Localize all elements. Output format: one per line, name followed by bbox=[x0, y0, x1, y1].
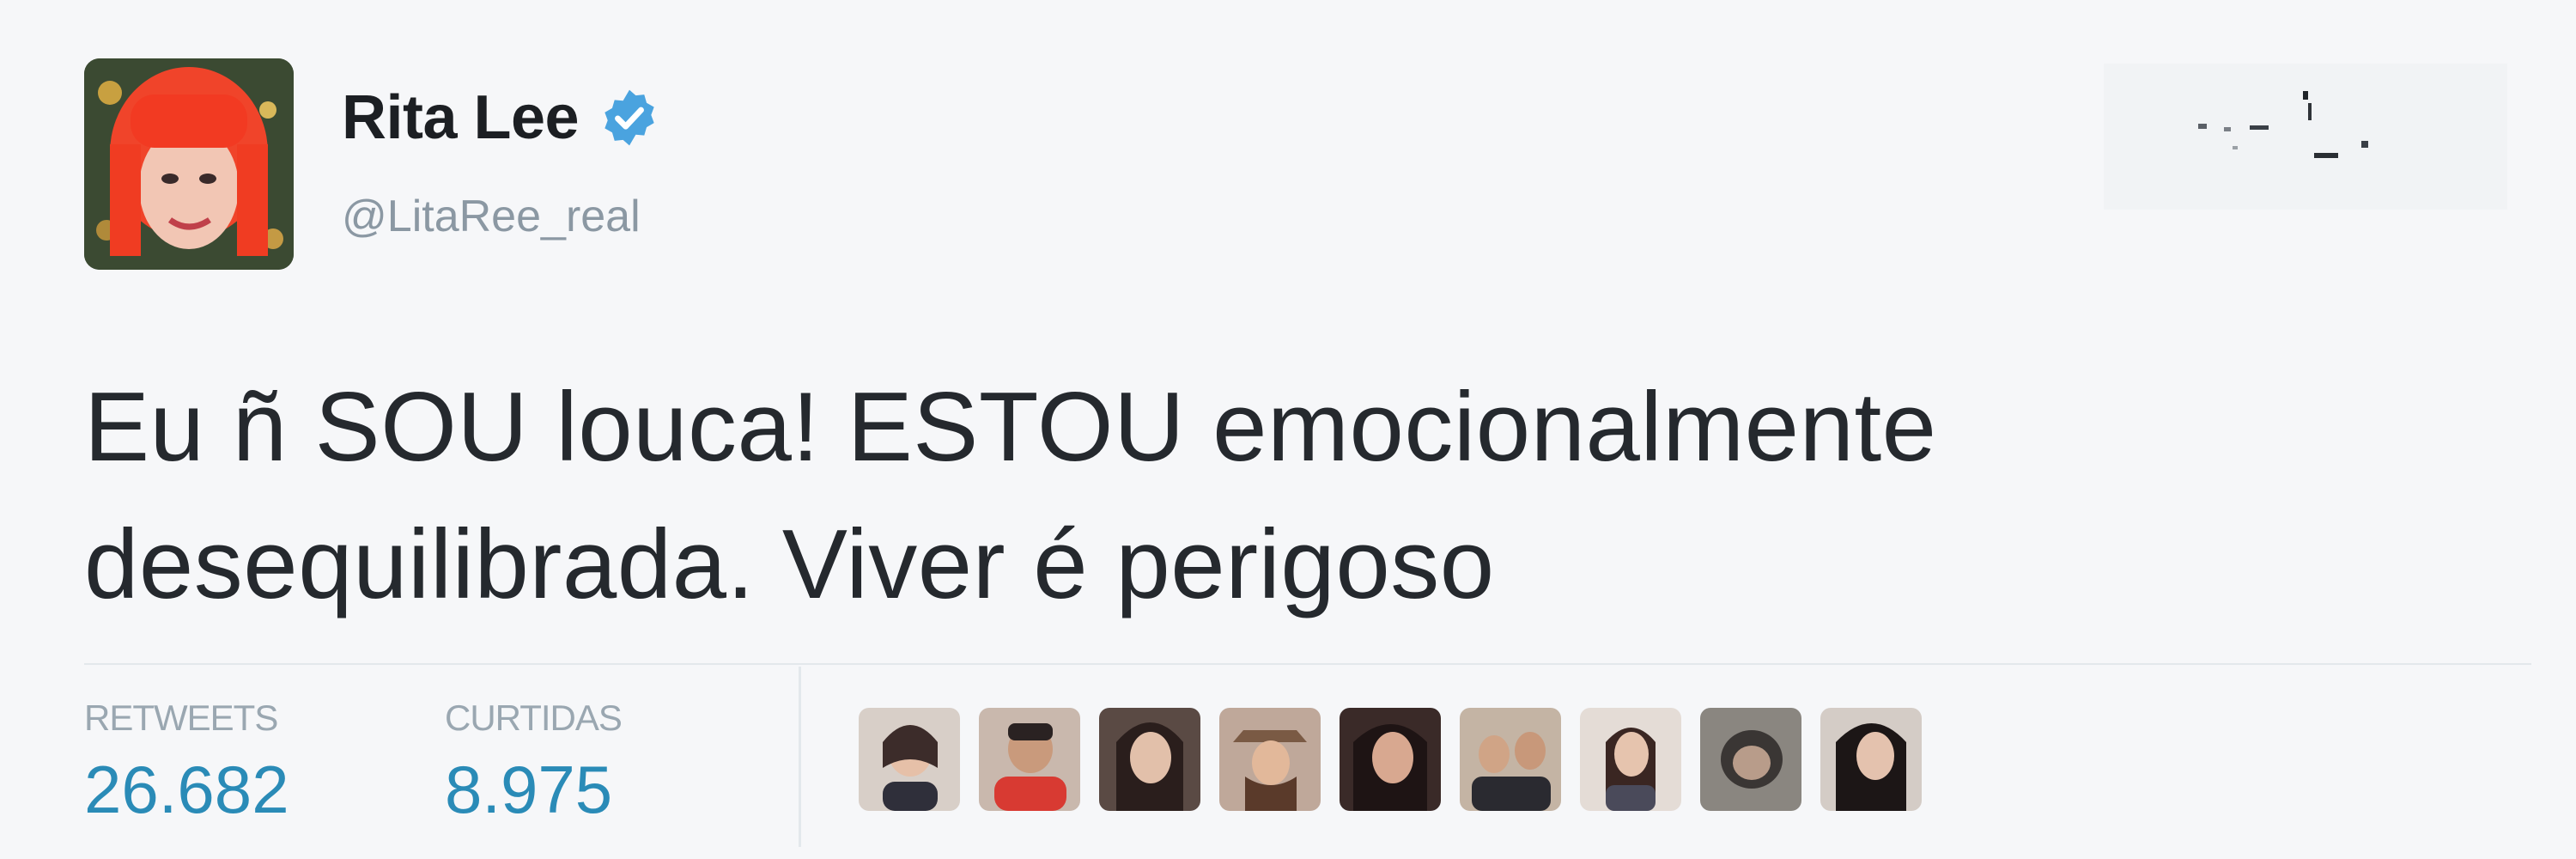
name-row: Rita Lee bbox=[342, 82, 661, 153]
liker-avatar[interactable] bbox=[1820, 708, 1922, 811]
retweets-label: RETWEETS bbox=[84, 698, 278, 738]
liker-avatar[interactable] bbox=[1580, 708, 1681, 811]
display-name[interactable]: Rita Lee bbox=[342, 82, 580, 153]
stats-vertical-divider bbox=[799, 667, 801, 847]
person-photo-icon bbox=[1219, 708, 1321, 811]
liker-avatar[interactable] bbox=[1340, 708, 1441, 811]
person-photo-icon bbox=[1820, 708, 1922, 811]
likes-stat[interactable]: CURTIDAS 8.975 bbox=[445, 698, 623, 829]
liker-avatars bbox=[859, 708, 1922, 811]
likes-count: 8.975 bbox=[445, 752, 613, 827]
liker-avatar[interactable] bbox=[1700, 708, 1801, 811]
profile-avatar[interactable] bbox=[84, 58, 294, 270]
likes-label: CURTIDAS bbox=[445, 698, 623, 738]
person-photo-icon bbox=[859, 708, 960, 811]
retweets-stat[interactable]: RETWEETS 26.682 bbox=[84, 698, 289, 829]
tweet-card: Rita Lee @LitaRee_real Eu ñ SOU louca! E… bbox=[0, 0, 2576, 859]
liker-avatar[interactable] bbox=[1219, 708, 1321, 811]
liker-avatar[interactable] bbox=[1460, 708, 1561, 811]
stats-divider bbox=[84, 663, 2531, 665]
tweet-text: Eu ñ SOU louca! ESTOU emocionalmente des… bbox=[84, 373, 1937, 619]
person-photo-icon bbox=[1700, 708, 1801, 811]
retweets-count: 26.682 bbox=[84, 752, 289, 827]
liker-avatar[interactable] bbox=[1099, 708, 1200, 811]
follow-button-smudge-icon[interactable] bbox=[2095, 55, 2524, 227]
person-photo-icon bbox=[1099, 708, 1200, 811]
person-photo-icon bbox=[1580, 708, 1681, 811]
person-photo-icon bbox=[979, 708, 1080, 811]
user-handle[interactable]: @LitaRee_real bbox=[342, 191, 641, 242]
person-photo-icon bbox=[1460, 708, 1561, 811]
liker-avatar[interactable] bbox=[979, 708, 1080, 811]
verified-badge-icon bbox=[605, 89, 654, 146]
liker-avatar[interactable] bbox=[859, 708, 960, 811]
avatar-image-icon bbox=[84, 58, 294, 270]
person-photo-icon bbox=[1340, 708, 1441, 811]
